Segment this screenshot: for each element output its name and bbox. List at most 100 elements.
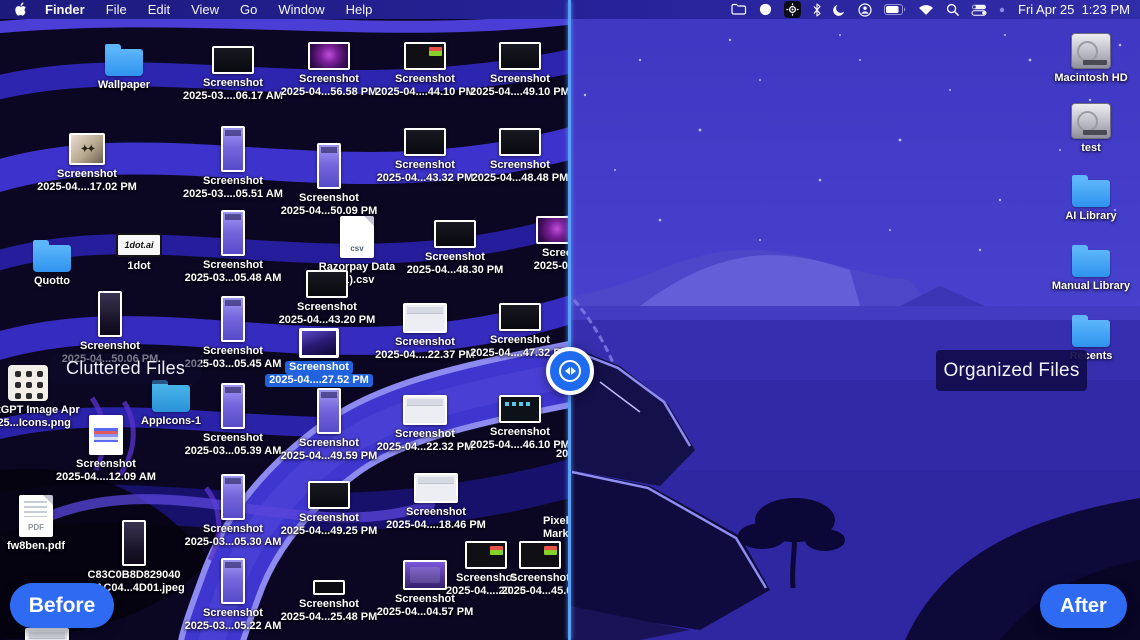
- arrow-left-icon: [565, 367, 570, 375]
- folder-icon[interactable]: [731, 1, 747, 18]
- file-pdf-icon: PDF: [19, 495, 53, 537]
- folder-blue-icon: [33, 245, 71, 272]
- shot-window-light-icon: [403, 303, 447, 333]
- bluetooth-icon[interactable]: [813, 1, 821, 18]
- desktop-item-screenshot-0530[interactable]: Screenshot2025-03...05.30 AM: [178, 474, 288, 549]
- battery-icon[interactable]: [884, 1, 906, 18]
- shot-wide-dark-icon: [499, 303, 541, 331]
- focus-moon-icon[interactable]: [833, 1, 846, 18]
- desktop-item-label: Screenshot2025-03...05.39 AM: [178, 432, 288, 458]
- menu-help[interactable]: Help: [346, 2, 373, 17]
- desktop-item-label: AI Library: [1036, 210, 1140, 223]
- desktop-item-label: Screenshot2025-03...05.22 AM: [178, 607, 288, 633]
- desktop-item-screenshot-1702[interactable]: Screenshot2025-04....17.02 PM: [32, 133, 142, 194]
- control-center-icon[interactable]: [971, 1, 987, 18]
- desktop-item-label: fw8ben.pdf: [0, 540, 91, 553]
- desktop-screen: Finder File Edit View Go Window Help Fri Apr 2…: [0, 0, 1140, 640]
- desktop-item-screenshot-0539[interactable]: Screenshot2025-03...05.39 AM: [178, 383, 288, 458]
- menu-window[interactable]: Window: [278, 2, 324, 17]
- shot-tall-icon: [221, 296, 245, 342]
- after-button[interactable]: After: [1040, 584, 1127, 628]
- desktop-item-screenshot-4610[interactable]: Screenshot2025-04....46.10 PM: [465, 395, 575, 452]
- shot-tall-icon: [221, 383, 245, 429]
- folder-blue-icon: [1072, 320, 1110, 347]
- shot-wide-dark-icon: [212, 46, 254, 74]
- desktop-item-screenshot-4910[interactable]: Screenshot2025-04....49.10 PM: [465, 42, 575, 99]
- shot-wide-dark-icon: [306, 270, 348, 298]
- desktop-item-screenshot-2232[interactable]: Screenshot2025-04...22.32 PM: [370, 395, 480, 454]
- desktop-item-screenshot-2548[interactable]: Screenshot2025-04...25.48 PM: [274, 580, 384, 624]
- image-grid-icon: [8, 365, 48, 401]
- desktop-item-screenshot-4925[interactable]: Screenshot2025-04...49.25 PM: [274, 481, 384, 538]
- desktop-item-screenshot-2237[interactable]: Screenshot2025-04....22.37 PM: [370, 303, 480, 362]
- desktop-item-screenshot-0457[interactable]: Screenshot2025-04...04.57 PM: [370, 560, 480, 619]
- wifi-icon[interactable]: [918, 1, 934, 18]
- apple-menu-icon[interactable]: [14, 2, 27, 17]
- desktop-item-label: Screenshot2025-04....17.02 PM: [32, 168, 142, 194]
- desktop-item-label: Screenshot2025-04...48.48 PM: [465, 159, 575, 185]
- desktop-item-label: Quotto: [0, 275, 107, 288]
- spotlight-search-icon[interactable]: [946, 1, 959, 18]
- desktop-item-wallpaper-folder[interactable]: Wallpaper: [69, 42, 179, 92]
- shot-tall-dark-icon: [122, 520, 146, 566]
- drive-icon: [1071, 33, 1111, 69]
- slider-arrows-icon: [559, 360, 581, 382]
- desktop-item-manual-library-folder[interactable]: Manual Library: [1036, 243, 1140, 293]
- before-button[interactable]: Before: [10, 583, 114, 628]
- comparison-slider-line[interactable]: [568, 0, 571, 640]
- screenshot-app-icon[interactable]: [784, 1, 801, 18]
- desktop-item-label: Wallpaper: [69, 79, 179, 92]
- menu-finder[interactable]: Finder: [45, 2, 85, 17]
- badge-1dot-icon: 1dot.ai: [116, 233, 162, 257]
- desktop-item-ai-library-folder[interactable]: AI Library: [1036, 173, 1140, 223]
- desktop-item-label: Macintosh HD: [1036, 72, 1140, 85]
- menu-view[interactable]: View: [191, 2, 219, 17]
- desktop-item-label: Screenshot2025-04...04.57 PM: [370, 593, 480, 619]
- menu-edit[interactable]: Edit: [148, 2, 170, 17]
- desktop-item-macintosh-hd-drive[interactable]: Macintosh HD: [1036, 33, 1140, 85]
- app-blob-icon[interactable]: [759, 1, 772, 18]
- shot-tall-dark-icon: [98, 291, 122, 337]
- shot-wide-dark-icon: [308, 481, 350, 509]
- drive-icon: [1071, 103, 1111, 139]
- menu-go[interactable]: Go: [240, 2, 257, 17]
- shot-wide-dark-icon: [404, 128, 446, 156]
- shot-landscape-icon: [299, 328, 339, 358]
- desktop-item-fw8ben-pdf[interactable]: PDF fw8ben.pdf: [0, 495, 91, 553]
- desktop-item-label: Screenshot2025-04...43.20 PM: [272, 301, 382, 327]
- desktop-item-screenshot-4410[interactable]: Screenshot2025-04....44.10 PM: [370, 42, 480, 99]
- desktop-item-label: Screenshot2025-04...56.58 PM: [274, 73, 384, 99]
- file-csv-icon: csv: [340, 216, 374, 258]
- user-status-icon[interactable]: [858, 1, 872, 18]
- notification-dot-icon[interactable]: [999, 1, 1005, 18]
- desktop-item-screenshot-1846[interactable]: Screenshot2025-04....18.46 PM: [381, 473, 491, 532]
- desktop-item-screenshot-4320[interactable]: Screenshot2025-04...43.20 PM: [272, 270, 382, 327]
- shot-tall-icon: [221, 210, 245, 256]
- desktop-item-screenshot-4959[interactable]: Screenshot2025-04...49.59 PM: [274, 388, 384, 463]
- desktop-item-screenshot-5009[interactable]: Screenshot2025-04...50.09 PM: [274, 143, 384, 218]
- desktop-item-screenshot-5658[interactable]: Screenshot2025-04...56.58 PM: [274, 42, 384, 99]
- shot-tall-icon: [221, 474, 245, 520]
- shot-wide-purple-icon: [308, 42, 350, 70]
- shot-wide-dark-icon: [434, 220, 476, 248]
- desktop-item-test-drive[interactable]: test: [1036, 103, 1140, 155]
- label-fragment: 20: [556, 448, 568, 461]
- desktop-item-screenshot-0551[interactable]: Screenshot2025-03....05.51 AM: [178, 126, 288, 201]
- desktop-item-label: Screenshot2025-04....22.37 PM: [370, 336, 480, 362]
- desktop-item-screenshot-0522[interactable]: Screenshot2025-03...05.22 AM: [178, 558, 288, 633]
- desktop-item-label: Screenshot2025-03...05.30 AM: [178, 523, 288, 549]
- desktop-item-label: Screenshot2025-04...22.32 PM: [370, 428, 480, 454]
- comparison-slider-handle[interactable]: [546, 347, 594, 395]
- desktop-item-screenshot-0617[interactable]: Screenshot2025-03....06.17 AM: [178, 46, 288, 103]
- desktop-item-screenshot-4332[interactable]: Screenshot2025-04...43.32 PM: [370, 128, 480, 185]
- menu-file[interactable]: File: [106, 2, 127, 17]
- desktop-item-screenshot-1209[interactable]: Screenshot2025-04....12.09 AM: [51, 415, 161, 484]
- desktop-item-screenshot-4848[interactable]: Screenshot2025-04...48.48 PM: [465, 128, 575, 185]
- shot-tall-icon: [221, 126, 245, 172]
- shot-tall-icon: [221, 558, 245, 604]
- desktop-item-label: Screenshot2025-04...49.25 PM: [274, 512, 384, 538]
- menu-bar-clock[interactable]: Fri Apr 25 1:23 PM: [1018, 2, 1130, 17]
- shot-wide-code-icon: [519, 541, 561, 569]
- desktop-item-screenshot-4830[interactable]: Screenshot2025-04...48.30 PM: [400, 220, 510, 277]
- desktop-item-cut-bottom-icon[interactable]: [0, 628, 102, 640]
